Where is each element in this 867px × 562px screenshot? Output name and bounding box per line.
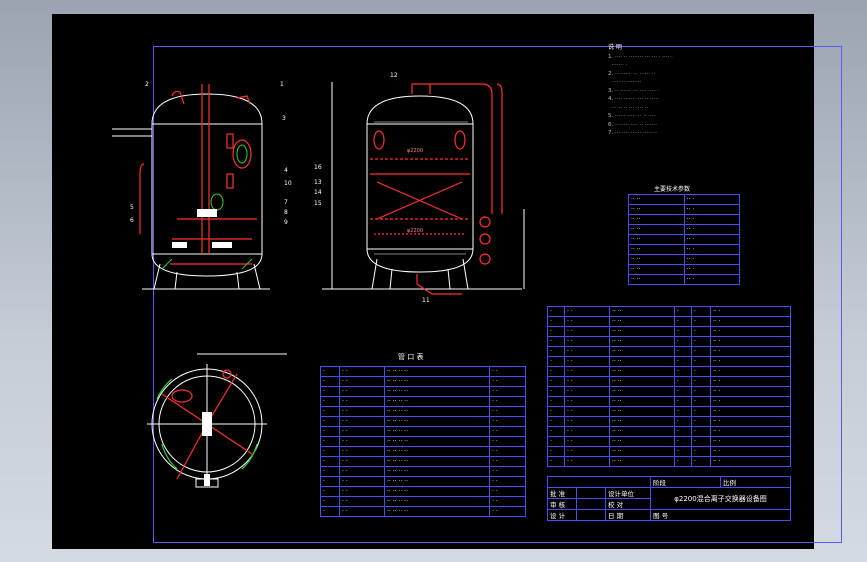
balloon-10: 10 <box>284 180 292 187</box>
balloon-3: 3 <box>282 115 286 122</box>
vessel-diameter-label: φ2200 <box>407 148 424 154</box>
date-label: 日 期 <box>605 509 651 521</box>
balloon-7: 7 <box>284 199 288 206</box>
project-title: φ2200混合离子交换器设备图 <box>650 487 791 510</box>
balloon-9: 9 <box>284 219 288 226</box>
tech-parameter-table: ·· ·· ·· · ·· ·· ·· · ·· ·· ·· · ·· ·· ·· · … <box>628 194 740 285</box>
notes-title: 说 明 <box>608 44 622 51</box>
balloon-12: 12 <box>390 72 398 79</box>
nozzle-table: · · · ·· ·· ·· ·· · · · · · ·· ·· ·· ·· · · · ·… <box>320 366 526 517</box>
check-label: 校 对 <box>605 498 651 510</box>
title-block: 阶段 比例 批 准 设计单位 φ2200混合离子交换器设备图 审 核 校 对 设… <box>547 476 791 521</box>
balloon-16: 16 <box>314 164 322 171</box>
balloon-15: 15 <box>314 200 322 207</box>
balloon-5: 5 <box>130 204 134 211</box>
nozzle-table-title: 管 口 表 <box>398 353 424 361</box>
scale-label: 比例 <box>720 476 791 488</box>
balloon-6: 6 <box>130 217 134 224</box>
tech-table-title: 主要技术参数 <box>654 186 691 193</box>
drawing-number-label: 图 号 <box>650 509 791 521</box>
balloon-14: 14 <box>314 189 322 196</box>
balloon-1: 1 <box>280 81 284 88</box>
balloon-4: 4 <box>284 167 288 174</box>
approve-label: 批 准 <box>547 487 577 499</box>
balloon-11: 11 <box>422 297 430 304</box>
designer-label: 设 计 <box>547 509 577 521</box>
balloon-2: 2 <box>145 81 149 88</box>
stage-label: 阶段 <box>650 476 721 488</box>
parts-list-table: · · · ·· ·· · · ·· · · · · ·· ·· · · ·· · · · · ·· ·… <box>547 306 791 467</box>
balloon-8: 8 <box>284 209 288 216</box>
balloon-13: 13 <box>314 179 322 186</box>
review-label: 审 核 <box>547 498 577 510</box>
vessel-lower-diameter-label: φ2200 <box>407 228 424 234</box>
notes-block: 说 明 1. ···· ·· ········ ··· ··· · ···· ·… <box>608 44 758 138</box>
design-unit-label: 设计单位 <box>605 487 651 499</box>
drawing-sheet: 1 2 3 4 5 6 7 8 9 10 11 12 13 14 15 16 φ… <box>52 14 842 549</box>
